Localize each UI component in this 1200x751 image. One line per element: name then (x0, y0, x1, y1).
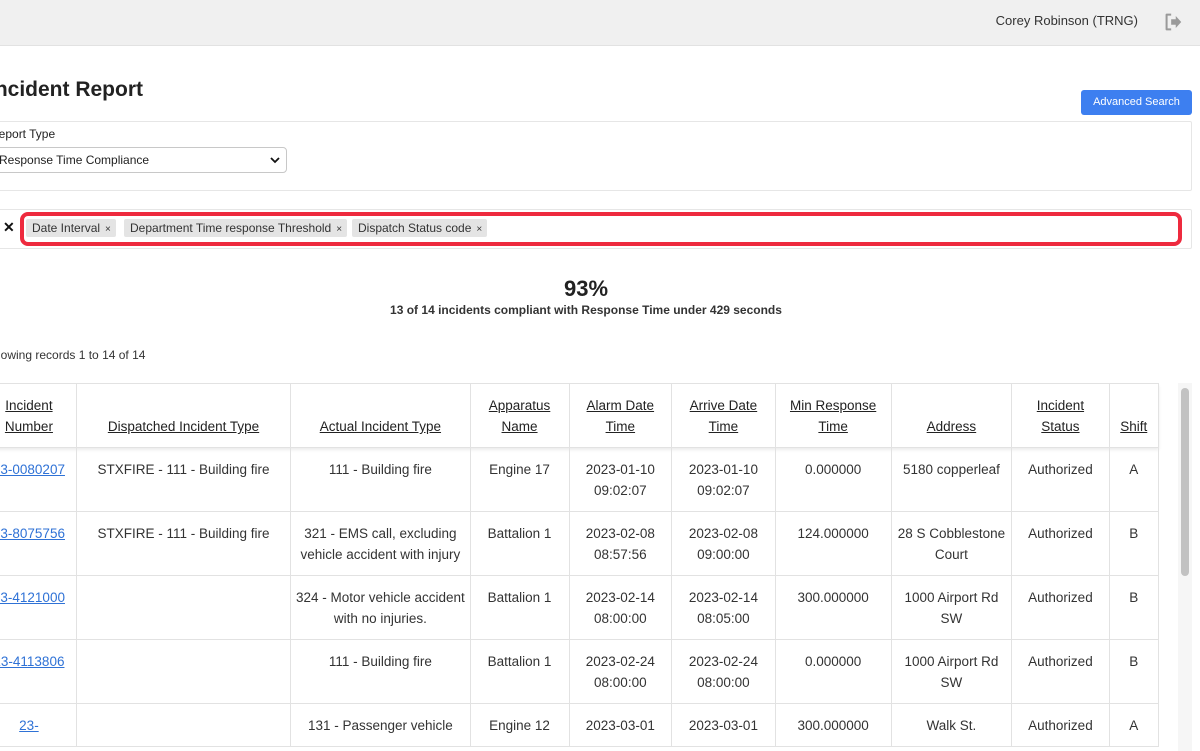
col-actual-incident-type[interactable]: Actual Incident Type (290, 383, 471, 448)
filter-chip-date-interval[interactable]: Date Interval × (26, 219, 116, 237)
cell-min-response: 300.000000 (774, 575, 892, 640)
cell-dispatched-type: STXFIRE - 111 - Building fire (75, 447, 292, 512)
cell-actual-type: 111 - Building fire (290, 447, 471, 512)
col-shift[interactable]: Shift (1108, 383, 1160, 448)
cell-shift: B (1108, 575, 1160, 640)
report-type-label: Report Type (0, 127, 56, 141)
filter-chip-dispatch-status[interactable]: Dispatch Status code × (352, 219, 488, 237)
cell-apparatus: Engine 17 (469, 447, 570, 512)
cell-shift: B (1108, 639, 1160, 704)
col-apparatus-name[interactable]: Apparatus Name (469, 383, 570, 448)
cell-min-response: 300.000000 (774, 703, 892, 747)
col-address[interactable]: Address (890, 383, 1013, 448)
cell-status: Authorized (1011, 703, 1110, 747)
cell-status: Authorized (1011, 575, 1110, 640)
cell-alarm-date-time: 2023-02-08 08:57:56 (568, 511, 673, 576)
incident-number-link[interactable]: 23-4121000 (0, 590, 65, 605)
cell-incident-number: 23-0080207 (0, 447, 77, 512)
cell-arrive-date-time: 2023-02-08 09:00:00 (671, 511, 776, 576)
cell-min-response: 0.000000 (774, 639, 892, 704)
chip-remove-icon[interactable]: × (105, 224, 111, 235)
cell-status: Authorized (1011, 639, 1110, 704)
incident-number-link[interactable]: 23-4113806 (0, 654, 64, 669)
incident-table: Incident Number Dispatched Incident Type … (0, 383, 1160, 747)
user-name[interactable]: Corey Robinson (TRNG) (996, 13, 1138, 28)
advanced-search-button[interactable]: Advanced Search (1081, 90, 1192, 115)
cell-actual-type: 321 - EMS call, excluding vehicle accide… (290, 511, 471, 576)
incident-number-link[interactable]: 23-8075756 (0, 526, 65, 541)
incident-table-container: Incident Number Dispatched Incident Type … (0, 383, 1178, 751)
cell-shift: B (1108, 511, 1160, 576)
cell-apparatus: Battalion 1 (469, 639, 570, 704)
cell-status: Authorized (1011, 447, 1110, 512)
cell-alarm-date-time: 2023-02-24 08:00:00 (568, 639, 673, 704)
chip-remove-icon[interactable]: × (476, 224, 482, 235)
col-arrive-date-time[interactable]: Arrive Date Time (671, 383, 776, 448)
table-header-row: Incident Number Dispatched Incident Type … (0, 383, 1160, 448)
table-row: 23-4121000 324 - Motor vehicle accident w… (0, 575, 1160, 640)
cell-shift: A (1108, 447, 1160, 512)
col-min-response-time[interactable]: Min Response Time (774, 383, 892, 448)
table-scrollbar-thumb[interactable] (1181, 388, 1189, 576)
table-row: 23-0080207 STXFIRE - 111 - Building fire 1… (0, 447, 1160, 512)
filter-chip-label: Date Interval (32, 221, 101, 235)
cell-address: Walk St. (890, 703, 1013, 747)
cell-arrive-date-time: 2023-02-14 08:05:00 (671, 575, 776, 640)
cell-incident-number: 23-8075756 (0, 511, 77, 576)
cell-address: 28 S Cobblestone Court (890, 511, 1013, 576)
cell-dispatched-type (75, 703, 292, 747)
col-incident-status[interactable]: Incident Status (1011, 383, 1110, 448)
cell-address: 5180 copperleaf (890, 447, 1013, 512)
cell-incident-number: 23- (0, 703, 77, 747)
cell-actual-type: 111 - Building fire (290, 639, 471, 704)
cell-incident-number: 23-4121000 (0, 575, 77, 640)
col-dispatched-incident-type[interactable]: Dispatched Incident Type (75, 383, 292, 448)
chip-remove-icon[interactable]: × (336, 224, 342, 235)
cell-dispatched-type (75, 575, 292, 640)
cell-arrive-date-time: 2023-01-10 09:02:07 (671, 447, 776, 512)
cell-alarm-date-time: 2023-01-10 09:02:07 (568, 447, 673, 512)
cell-actual-type: 324 - Motor vehicle accident with no inj… (290, 575, 471, 640)
cell-address: 1000 Airport Rd SW (890, 639, 1013, 704)
cell-min-response: 0.000000 (774, 447, 892, 512)
col-alarm-date-time[interactable]: Alarm Date Time (568, 383, 673, 448)
cell-arrive-date-time: 2023-02-24 08:00:00 (671, 639, 776, 704)
cell-alarm-date-time: 2023-03-01 (568, 703, 673, 747)
cell-alarm-date-time: 2023-02-14 08:00:00 (568, 575, 673, 640)
cell-address: 1000 Airport Rd SW (890, 575, 1013, 640)
clear-filters-icon[interactable]: ✕ (3, 219, 15, 236)
filter-chip-threshold[interactable]: Department Time response Threshold × (124, 219, 348, 237)
cell-shift: A (1108, 703, 1160, 747)
incident-number-link[interactable]: 23- (19, 718, 39, 733)
cell-min-response: 124.000000 (774, 511, 892, 576)
compliance-description: 13 of 14 incidents compliant with Respon… (390, 303, 782, 317)
page-title: Incident Report (0, 78, 144, 101)
chevron-down-icon (270, 157, 280, 164)
filter-chip-label: Department Time response Threshold (130, 221, 332, 235)
filter-chip-label: Dispatch Status code (358, 221, 472, 235)
cell-apparatus: Engine 12 (469, 703, 570, 747)
records-count: Showing records 1 to 14 of 14 (0, 348, 146, 362)
cell-incident-number: 23-4113806 (0, 639, 77, 704)
report-type-select[interactable]: Response Time Compliance (0, 147, 287, 173)
cell-actual-type: 131 - Passenger vehicle (290, 703, 471, 747)
compliance-percentage: 93% (563, 276, 609, 301)
report-type-value: Response Time Compliance (0, 153, 150, 167)
cell-dispatched-type (75, 639, 292, 704)
table-row: 23-4113806 111 - Building fire Battalion 1… (0, 639, 1160, 704)
cell-apparatus: Battalion 1 (469, 575, 570, 640)
cell-status: Authorized (1011, 511, 1110, 576)
incident-number-link[interactable]: 23-0080207 (0, 462, 65, 477)
cell-dispatched-type: STXFIRE - 111 - Building fire (75, 511, 292, 576)
cell-apparatus: Battalion 1 (469, 511, 570, 576)
col-incident-number[interactable]: Incident Number (0, 383, 77, 448)
cell-arrive-date-time: 2023-03-01 (671, 703, 776, 747)
logout-icon[interactable] (1162, 11, 1184, 33)
top-bar: Corey Robinson (TRNG) (0, 0, 1200, 46)
table-row: 23-8075756 STXFIRE - 111 - Building fire 3… (0, 511, 1160, 576)
table-row: 23- 131 - Passenger vehicle Engine 12 2023-… (0, 703, 1160, 747)
